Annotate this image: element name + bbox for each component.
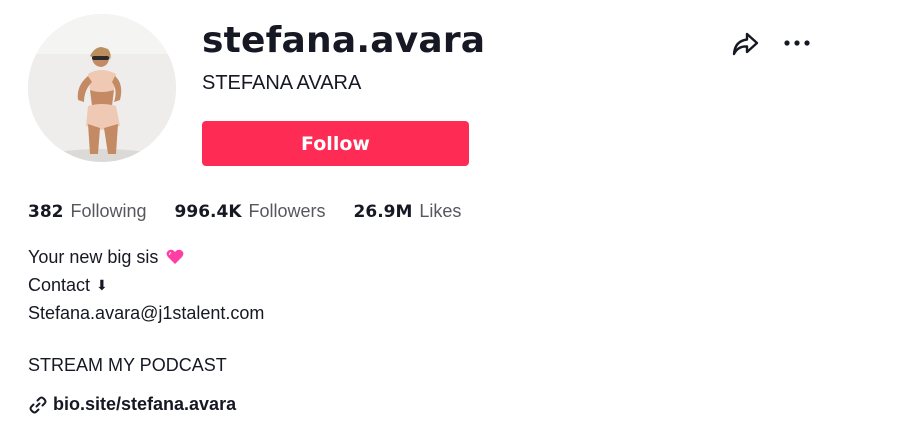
bio-text-contact: Contact	[28, 275, 91, 295]
bio-line-3: Stefana.avara@j1stalent.com	[28, 299, 264, 327]
link-icon	[29, 396, 47, 413]
down-arrow-icon: ⬇	[96, 277, 108, 293]
bio-text-tagline: Your new big sis	[28, 247, 159, 267]
following-count: 382	[28, 202, 64, 222]
avatar-image	[28, 14, 176, 162]
follow-button[interactable]: Follow	[202, 121, 469, 166]
bio-text-podcast: STREAM MY PODCAST	[28, 355, 227, 375]
more-icon[interactable]	[782, 32, 812, 54]
bio-line-2: Contact ⬇	[28, 271, 264, 299]
bio-link-text[interactable]: bio.site/stefana.avara	[53, 394, 236, 415]
likes-label: Likes	[419, 201, 462, 221]
likes-count: 26.9M	[353, 202, 413, 222]
pink-heart-icon	[167, 249, 184, 264]
followers-label: Followers	[248, 201, 326, 221]
followers-count: 996.4K	[174, 202, 242, 222]
followers-stat[interactable]: 996.4K Followers	[175, 201, 326, 222]
profile-bio: Your new big sis Contact ⬇ Stefana.avara…	[28, 243, 264, 327]
following-label: Following	[70, 201, 147, 221]
profile-username: stefana.avara	[202, 20, 486, 61]
following-stat[interactable]: 382 Following	[28, 201, 147, 222]
likes-stat: 26.9M Likes	[354, 201, 462, 222]
share-icon[interactable]	[730, 30, 760, 58]
profile-nickname: STEFANA AVARA	[202, 72, 362, 94]
bio-link[interactable]: bio.site/stefana.avara	[28, 394, 236, 415]
bio-line-1: Your new big sis	[28, 243, 264, 271]
bio-text-email: Stefana.avara@j1stalent.com	[28, 303, 265, 323]
profile-stats: 382 Following 996.4K Followers 26.9M Lik…	[28, 201, 489, 222]
avatar[interactable]	[28, 14, 176, 162]
